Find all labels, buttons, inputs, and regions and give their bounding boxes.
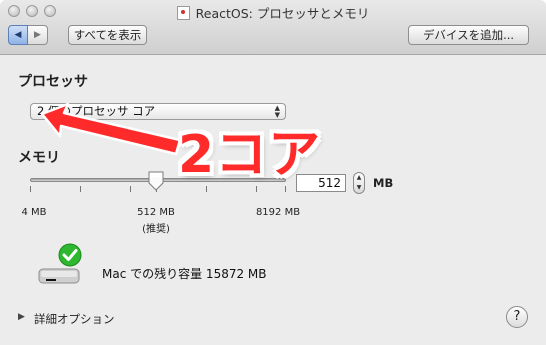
memory-unit-label: MB bbox=[373, 176, 394, 190]
slider-mid-label: 512 MB bbox=[137, 207, 175, 218]
back-arrow-icon: ◀ bbox=[14, 30, 22, 40]
window-title: ReactOS: プロセッサとメモリ bbox=[0, 3, 546, 22]
disclosure-triangle-icon[interactable]: ▶ bbox=[18, 312, 25, 322]
memory-stepper[interactable]: ▲ ▼ bbox=[353, 172, 365, 194]
stepper-down-icon[interactable]: ▼ bbox=[354, 183, 364, 193]
title-bar: ReactOS: プロセッサとメモリ ◀ ▶ すべてを表示 デバイスを追加... bbox=[0, 0, 546, 55]
mac-mini-icon bbox=[38, 243, 82, 284]
back-button[interactable]: ◀ bbox=[8, 25, 28, 45]
remaining-space-text: Mac での残り容量 15872 MB bbox=[102, 267, 267, 281]
stepper-up-icon[interactable]: ▲ bbox=[354, 173, 364, 183]
slider-min-label: 4 MB bbox=[21, 207, 47, 218]
forward-arrow-icon: ▶ bbox=[34, 30, 41, 40]
slider-tick bbox=[80, 186, 81, 192]
annotation-label: 2コア bbox=[178, 125, 322, 185]
preferences-window: ReactOS: プロセッサとメモリ ◀ ▶ すべてを表示 デバイスを追加...… bbox=[0, 0, 546, 345]
show-all-button[interactable]: すべてを表示 bbox=[68, 25, 147, 45]
advanced-options-label[interactable]: 詳細オプション bbox=[34, 311, 115, 327]
slider-recommended-label: (推奨) bbox=[142, 224, 170, 235]
slider-tick bbox=[130, 186, 131, 192]
memory-slider-knob[interactable] bbox=[147, 171, 165, 191]
window-title-text: ReactOS: プロセッサとメモリ bbox=[195, 6, 370, 21]
add-device-button[interactable]: デバイスを追加... bbox=[408, 25, 529, 45]
annotation-arrow-icon bbox=[40, 102, 182, 156]
help-button[interactable]: ? bbox=[506, 306, 528, 328]
forward-button[interactable]: ▶ bbox=[28, 25, 48, 45]
slider-max-label: 8192 MB bbox=[255, 207, 301, 218]
processor-section-title: プロセッサ bbox=[18, 74, 88, 90]
app-icon bbox=[176, 6, 190, 20]
slider-tick bbox=[30, 186, 31, 192]
